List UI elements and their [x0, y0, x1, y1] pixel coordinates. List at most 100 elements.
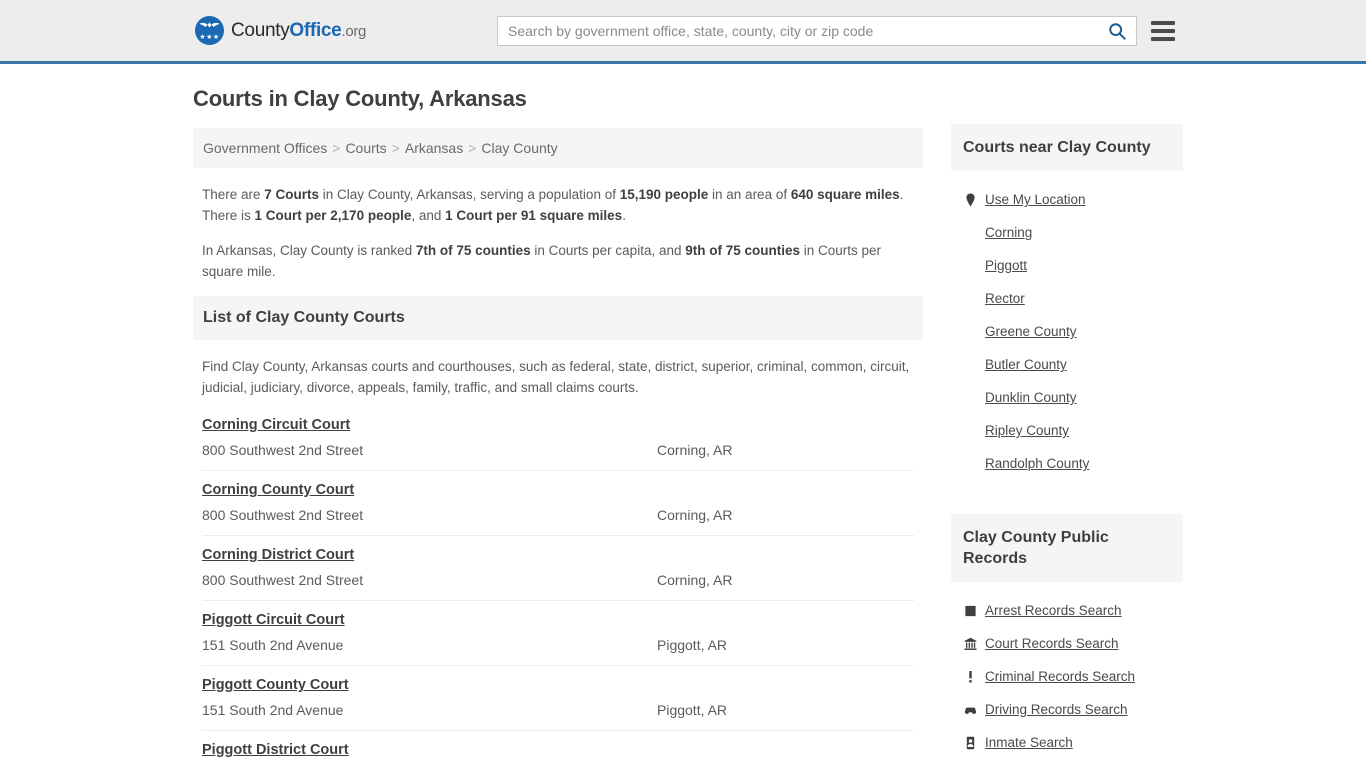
- search-icon: [1109, 22, 1126, 40]
- court-list-item: Corning District Court 800 Southwest 2nd …: [202, 536, 914, 601]
- breadcrumb: Government Offices > Courts > Arkansas > Clay …: [193, 128, 923, 168]
- records-link-inmate-search[interactable]: Inmate Search: [951, 726, 1183, 759]
- court-address: 800 Southwest 2nd Street: [202, 572, 364, 588]
- eagle-seal-icon: ★★★: [195, 16, 224, 45]
- breadcrumb-separator: >: [468, 140, 477, 156]
- brand-part-tld: .org: [341, 22, 367, 40]
- nearby-link-piggott[interactable]: Piggott: [951, 249, 1183, 282]
- list-section-heading: List of Clay County Courts: [193, 296, 923, 340]
- court-name-link[interactable]: Piggott District Court: [202, 742, 349, 758]
- search-input[interactable]: [498, 16, 1098, 45]
- court-name-link[interactable]: Corning County Court: [202, 482, 354, 498]
- stat-text: .: [622, 208, 626, 223]
- nearby-link-label[interactable]: Corning: [985, 225, 1032, 240]
- records-link-driving-records-search[interactable]: Driving Records Search: [951, 693, 1183, 726]
- site-logo[interactable]: ★★★ CountyOffice.org: [195, 16, 366, 45]
- nearby-link-use-my-location[interactable]: Use My Location: [951, 183, 1183, 216]
- fingerprint-icon: [963, 604, 977, 618]
- list-section-description: Find Clay County, Arkansas courts and co…: [202, 359, 910, 395]
- stat-text: There are: [202, 187, 265, 202]
- court-list: Corning Circuit Court 800 Southwest 2nd S…: [193, 406, 923, 768]
- court-address: 800 Southwest 2nd Street: [202, 507, 364, 523]
- breadcrumb-item-clay-county[interactable]: Clay County: [481, 140, 557, 156]
- nearby-link-label[interactable]: Greene County: [985, 324, 1077, 339]
- nearby-link-label[interactable]: Dunklin County: [985, 390, 1077, 405]
- seal-stars-icon: ★★★: [199, 34, 220, 41]
- nearby-link-corning[interactable]: Corning: [951, 216, 1183, 249]
- public-records-block: Clay County Public Records Arrest Record…: [951, 514, 1183, 767]
- hamburger-bar-1: [1151, 20, 1175, 25]
- court-name-link[interactable]: Piggott Circuit Court: [202, 612, 345, 628]
- map-pin-icon: [963, 193, 977, 207]
- sidebar: Courts near Clay County Use My Location C…: [951, 86, 1183, 768]
- records-link-label[interactable]: Arrest Records Search: [985, 603, 1122, 618]
- nearby-link-label[interactable]: Rector: [985, 291, 1025, 306]
- search-button[interactable]: [1098, 17, 1136, 45]
- exclamation-icon: [968, 670, 972, 682]
- hamburger-bar-3: [1151, 36, 1175, 41]
- nearby-link-label[interactable]: Randolph County: [985, 456, 1089, 471]
- map-pin-icon: [965, 193, 975, 206]
- public-records-heading: Clay County Public Records: [951, 514, 1183, 582]
- nearby-link-label[interactable]: Ripley County: [985, 423, 1069, 438]
- stat-value: 640 square miles: [790, 187, 900, 202]
- hamburger-bar-2: [1151, 28, 1175, 33]
- court-city-state: Piggott, AR: [657, 702, 728, 718]
- stat-value: 15,190 people: [619, 187, 709, 202]
- court-name-link[interactable]: Piggott County Court: [202, 677, 349, 693]
- court-list-item: Piggott Circuit Court 151 South 2nd Avenu…: [202, 601, 914, 666]
- records-link-label[interactable]: Court Records Search: [985, 636, 1119, 651]
- records-link-label[interactable]: Criminal Records Search: [985, 669, 1135, 684]
- nearby-link-label[interactable]: Use My Location: [985, 192, 1086, 207]
- stat-text: in Courts per capita, and: [530, 243, 686, 258]
- stat-value: 1 Court per 2,170 people: [254, 208, 412, 223]
- court-name-link[interactable]: Corning District Court: [202, 547, 354, 563]
- nearby-link-label[interactable]: Piggott: [985, 258, 1027, 273]
- breadcrumb-item-courts[interactable]: Courts: [345, 140, 386, 156]
- stat-text: , and: [411, 208, 446, 223]
- court-address: 151 South 2nd Avenue: [202, 637, 344, 653]
- brand-part-county: County: [231, 19, 290, 41]
- intro-paragraph-1: There are 7 Courts in Clay County, Arkan…: [193, 184, 923, 226]
- nearby-link-ripley-county[interactable]: Ripley County: [951, 414, 1183, 447]
- nearby-link-label[interactable]: Butler County: [985, 357, 1067, 372]
- court-detail-row: 151 South 2nd Avenue Piggott, AR: [202, 702, 914, 718]
- court-address: 800 Southwest 2nd Street: [202, 442, 364, 458]
- id-badge-icon: [966, 736, 974, 749]
- page-content: Courts in Clay County, Arkansas Governme…: [193, 64, 1183, 768]
- court-name-link[interactable]: Corning Circuit Court: [202, 417, 350, 433]
- breadcrumb-item-government-offices[interactable]: Government Offices: [203, 140, 327, 156]
- court-detail-row: 800 Southwest 2nd Street Corning, AR: [202, 572, 914, 588]
- fingerprint-icon: [964, 605, 976, 616]
- intro-statistics: There are 7 Courts in Clay County, Arkan…: [193, 184, 923, 282]
- records-link-label[interactable]: Driving Records Search: [985, 702, 1128, 717]
- nearby-link-dunklin-county[interactable]: Dunklin County: [951, 381, 1183, 414]
- nearby-link-butler-county[interactable]: Butler County: [951, 348, 1183, 381]
- stat-value: 9th of 75 counties: [685, 243, 801, 258]
- court-list-item: Piggott County Court 151 South 2nd Avenue…: [202, 666, 914, 731]
- public-records-list: Arrest Records Search Court Records Searc…: [951, 582, 1183, 767]
- search-bar[interactable]: [497, 15, 1137, 46]
- records-link-arrest-records-search[interactable]: Arrest Records Search: [951, 594, 1183, 627]
- car-icon: [963, 703, 977, 717]
- records-link-label[interactable]: Inmate Search: [985, 735, 1073, 750]
- brand-wordmark: CountyOffice.org: [231, 20, 366, 42]
- court-city-state: Corning, AR: [657, 442, 733, 458]
- nearby-link-greene-county[interactable]: Greene County: [951, 315, 1183, 348]
- stat-text: in an area of: [708, 187, 791, 202]
- page-title: Courts in Clay County, Arkansas: [193, 86, 527, 111]
- breadcrumb-item-arkansas[interactable]: Arkansas: [405, 140, 463, 156]
- hamburger-menu-icon[interactable]: [1151, 20, 1175, 41]
- exclamation-icon: [963, 670, 977, 684]
- nearby-link-rector[interactable]: Rector: [951, 282, 1183, 315]
- court-list-item: Piggott District Court151 South 2nd Aven…: [202, 731, 914, 768]
- court-detail-row: 151 South 2nd Avenue Piggott, AR: [202, 637, 914, 653]
- brand-part-office: Office: [289, 19, 342, 41]
- records-link-criminal-records-search[interactable]: Criminal Records Search: [951, 660, 1183, 693]
- stat-value: 1 Court per 91 square miles: [445, 208, 623, 223]
- records-link-court-records-search[interactable]: Court Records Search: [951, 627, 1183, 660]
- breadcrumb-separator: >: [332, 140, 341, 156]
- nearby-link-randolph-county[interactable]: Randolph County: [951, 447, 1183, 480]
- court-list-item: Corning Circuit Court 800 Southwest 2nd S…: [202, 406, 914, 471]
- stat-value: 7th of 75 counties: [415, 243, 531, 258]
